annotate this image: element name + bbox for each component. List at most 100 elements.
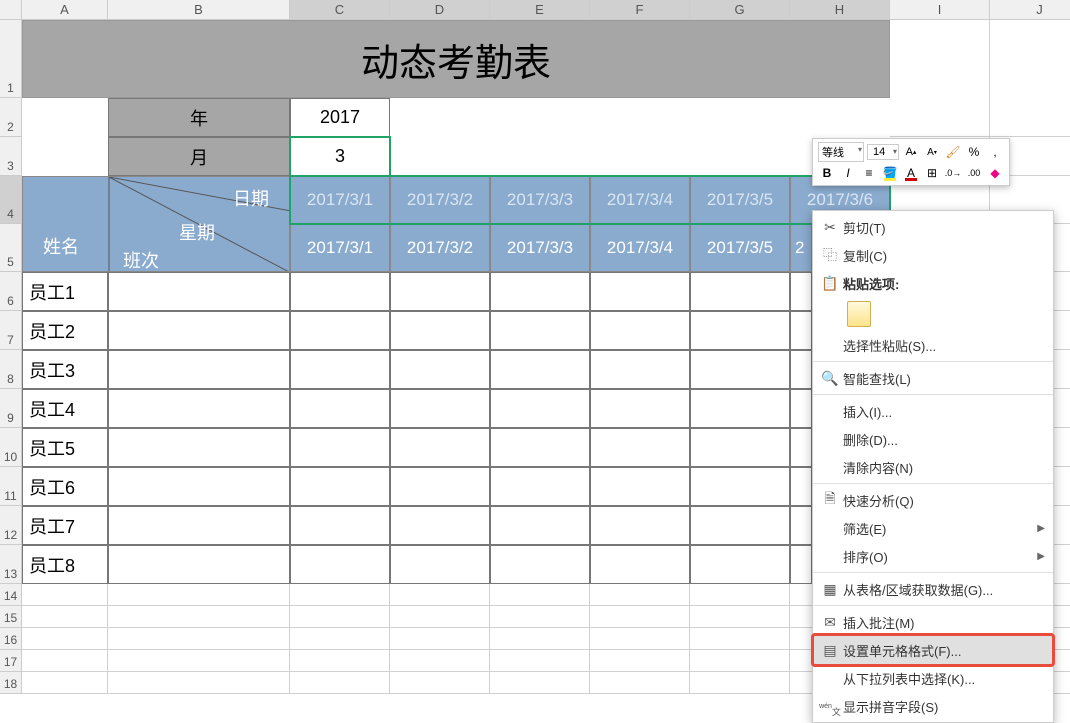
column-header-C[interactable]: C (290, 0, 390, 20)
data-cell[interactable] (690, 389, 790, 428)
data-cell[interactable] (390, 545, 490, 584)
row-header-4[interactable]: 4 (0, 176, 22, 224)
data-cell[interactable] (390, 506, 490, 545)
menu-insert[interactable]: 插入(I)... (813, 397, 1053, 425)
column-header-G[interactable]: G (690, 0, 790, 20)
data-cell[interactable] (108, 350, 290, 389)
column-header-E[interactable]: E (490, 0, 590, 20)
row-header-11[interactable]: 11 (0, 467, 22, 506)
row-header-1[interactable]: 1 (0, 20, 22, 98)
date-header-row1-cell[interactable]: 2017/3/4 (590, 176, 690, 224)
data-cell[interactable] (390, 311, 490, 350)
select-all-corner[interactable] (0, 0, 22, 20)
comma-icon[interactable]: , (986, 143, 1004, 161)
menu-get-data[interactable]: ▦ 从表格/区域获取数据(G)... (813, 575, 1053, 603)
decrease-decimal-icon[interactable]: .00 (965, 164, 983, 182)
paste-default-icon[interactable] (847, 301, 871, 327)
year-label-cell[interactable]: 年 (108, 98, 290, 137)
date-header-row2-cell[interactable]: 2017/3/4 (590, 224, 690, 272)
row-header-9[interactable]: 9 (0, 389, 22, 428)
month-value-cell[interactable]: 3 (290, 137, 390, 176)
data-cell[interactable] (108, 428, 290, 467)
date-header-row1-cell[interactable]: 2017/3/3 (490, 176, 590, 224)
data-cell[interactable] (390, 389, 490, 428)
data-cell[interactable] (590, 389, 690, 428)
diagonal-header-cell[interactable]: 姓名 班次 星期 日期 (22, 176, 290, 272)
menu-format-cells[interactable]: ▤ 设置单元格格式(F)... (813, 636, 1053, 664)
row-header-2[interactable]: 2 (0, 98, 22, 137)
data-cell[interactable] (490, 389, 590, 428)
data-cell[interactable] (790, 311, 812, 350)
decrease-font-icon[interactable]: A▾ (923, 143, 941, 161)
row-header-14[interactable]: 14 (0, 584, 22, 606)
menu-filter[interactable]: 筛选(E) ▶ (813, 514, 1053, 542)
column-header-H[interactable]: H (790, 0, 890, 20)
menu-paste-special[interactable]: 选择性粘贴(S)... (813, 331, 1053, 359)
data-cell[interactable] (390, 428, 490, 467)
employee-name-cell[interactable]: 员工4 (22, 389, 108, 428)
row-header-3[interactable]: 3 (0, 137, 22, 176)
data-cell[interactable] (490, 506, 590, 545)
row-header-12[interactable]: 12 (0, 506, 22, 545)
data-cell[interactable] (290, 428, 390, 467)
date-header-row2-cell[interactable]: 2017/3/1 (290, 224, 390, 272)
row-header-13[interactable]: 13 (0, 545, 22, 584)
row-header-10[interactable]: 10 (0, 428, 22, 467)
font-name-dropdown[interactable]: 等线 (818, 142, 864, 162)
menu-smart-lookup[interactable]: 🔍 智能查找(L) (813, 364, 1053, 392)
column-header-B[interactable]: B (108, 0, 290, 20)
row-header-5[interactable]: 5 (0, 224, 22, 272)
column-header-A[interactable]: A (22, 0, 108, 20)
borders-icon[interactable]: ⊞ (923, 164, 941, 182)
data-cell[interactable] (590, 272, 690, 311)
data-cell[interactable] (108, 506, 290, 545)
data-cell[interactable] (690, 506, 790, 545)
data-cell[interactable] (108, 311, 290, 350)
data-cell[interactable] (108, 272, 290, 311)
data-cell[interactable] (290, 311, 390, 350)
data-cell[interactable] (290, 389, 390, 428)
menu-clear[interactable]: 清除内容(N) (813, 453, 1053, 481)
data-cell[interactable] (790, 506, 812, 545)
data-cell[interactable] (590, 545, 690, 584)
font-color-icon[interactable]: A (902, 164, 920, 182)
employee-name-cell[interactable]: 员工2 (22, 311, 108, 350)
employee-name-cell[interactable]: 员工8 (22, 545, 108, 584)
menu-copy[interactable]: ⿻ 复制(C) (813, 241, 1053, 269)
menu-insert-comment[interactable]: ✉ 插入批注(M) (813, 608, 1053, 636)
data-cell[interactable] (590, 506, 690, 545)
column-header-I[interactable]: I (890, 0, 990, 20)
data-cell[interactable] (108, 545, 290, 584)
data-cell[interactable] (690, 311, 790, 350)
fill-color-icon[interactable]: 🪣 (881, 164, 899, 182)
align-icon[interactable]: ≡ (860, 164, 878, 182)
date-header-row2-cell[interactable]: 2017/3/3 (490, 224, 590, 272)
data-cell[interactable] (290, 545, 390, 584)
menu-delete[interactable]: 删除(D)... (813, 425, 1053, 453)
data-cell[interactable] (490, 467, 590, 506)
data-cell[interactable] (690, 428, 790, 467)
date-header-row2-cell[interactable]: 2017/3/5 (690, 224, 790, 272)
data-cell[interactable] (590, 428, 690, 467)
clear-format-icon[interactable]: ◆ (986, 164, 1004, 182)
data-cell[interactable] (290, 272, 390, 311)
title-cell[interactable]: 动态考勤表 (22, 20, 890, 98)
employee-name-cell[interactable]: 员工5 (22, 428, 108, 467)
bold-button[interactable]: B (818, 164, 836, 182)
date-header-row1-cell[interactable]: 2017/3/5 (690, 176, 790, 224)
data-cell[interactable] (690, 272, 790, 311)
employee-name-cell[interactable]: 员工7 (22, 506, 108, 545)
increase-font-icon[interactable]: A▴ (902, 143, 920, 161)
data-cell[interactable] (790, 350, 812, 389)
font-size-dropdown[interactable]: 14 (867, 144, 899, 160)
menu-pick-from-list[interactable]: 从下拉列表中选择(K)... (813, 664, 1053, 692)
data-cell[interactable] (790, 389, 812, 428)
data-cell[interactable] (390, 350, 490, 389)
data-cell[interactable] (108, 389, 290, 428)
year-value-cell[interactable]: 2017 (290, 98, 390, 137)
column-header-J[interactable]: J (990, 0, 1070, 20)
data-cell[interactable] (790, 467, 812, 506)
row-header-16[interactable]: 16 (0, 628, 22, 650)
date-header-row1-cell[interactable]: 2017/3/2 (390, 176, 490, 224)
employee-name-cell[interactable]: 员工3 (22, 350, 108, 389)
